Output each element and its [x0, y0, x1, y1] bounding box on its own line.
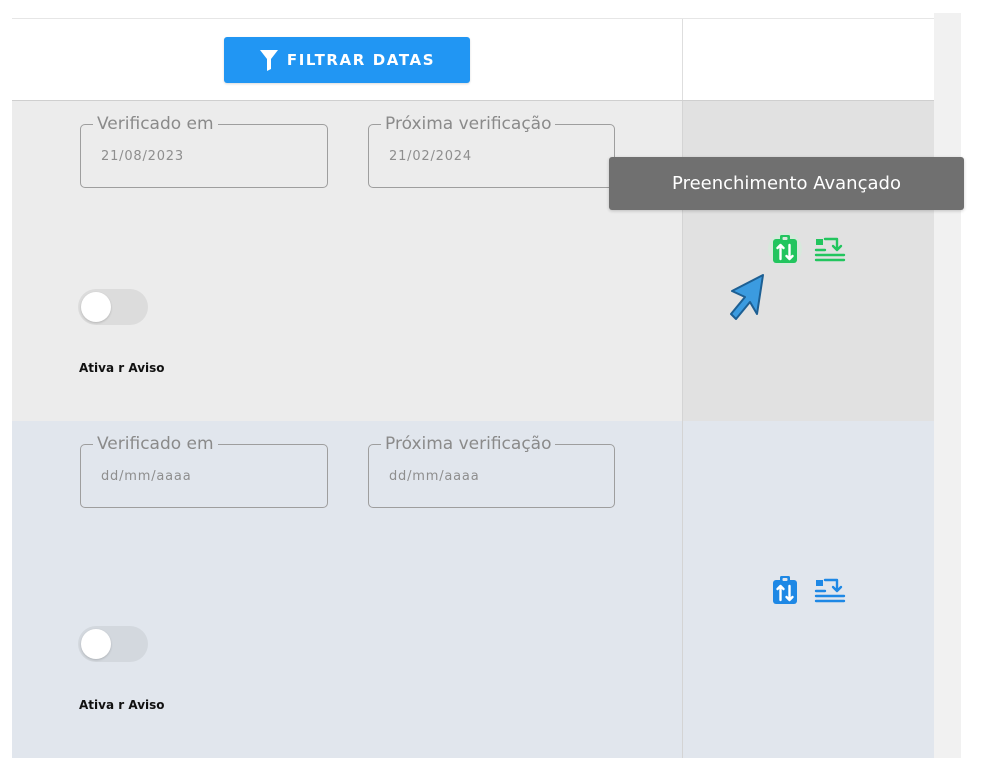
table-header: FILTRAR DATAS: [12, 19, 934, 101]
verified-date-input[interactable]: [101, 469, 301, 484]
alert-toggle-label: Ativa r Aviso: [79, 361, 165, 375]
filter-icon: [259, 50, 278, 71]
batch-fill-button[interactable]: [813, 573, 847, 607]
verified-date-field[interactable]: Verificado em: [80, 114, 328, 188]
verified-date-input[interactable]: [101, 149, 301, 164]
verified-date-field[interactable]: Verificado em: [80, 434, 328, 508]
actions-cell: [682, 101, 934, 421]
verified-date-label: Verificado em: [93, 114, 218, 134]
tooltip-text: Preenchimento Avançado: [672, 173, 901, 194]
filter-dates-button-label: FILTRAR DATAS: [286, 51, 436, 69]
alert-toggle-label: Ativa r Aviso: [79, 698, 165, 712]
alert-toggle[interactable]: [78, 289, 148, 325]
table-row: Verificado em Próxima verificação Ativa …: [12, 421, 934, 758]
batch-fill-icon: [814, 578, 846, 603]
alert-toggle-knob: [81, 292, 111, 322]
table-row: Verificado em Próxima verificação Ativa …: [12, 101, 934, 421]
verified-date-label: Verificado em: [93, 434, 218, 454]
alert-toggle[interactable]: [78, 626, 148, 662]
next-verification-field[interactable]: Próxima verificação: [368, 114, 615, 188]
advanced-fill-button[interactable]: [768, 232, 802, 266]
header-column-divider: [682, 19, 683, 100]
next-verification-input[interactable]: [389, 149, 589, 164]
advanced-fill-button[interactable]: [768, 573, 802, 607]
batch-fill-icon: [814, 237, 846, 262]
mouse-cursor-icon: [730, 274, 764, 320]
batch-fill-button[interactable]: [813, 232, 847, 266]
vertical-scrollbar[interactable]: [934, 13, 961, 758]
actions-cell: [682, 421, 934, 758]
verification-table: FILTRAR DATAS Verificado em Próxima veri…: [12, 18, 934, 758]
advanced-fill-icon: [773, 235, 797, 263]
next-verification-field[interactable]: Próxima verificação: [368, 434, 615, 508]
advanced-fill-icon: [773, 576, 797, 604]
next-verification-label: Próxima verificação: [381, 114, 556, 134]
next-verification-input[interactable]: [389, 469, 589, 484]
alert-toggle-knob: [81, 629, 111, 659]
filter-dates-button[interactable]: FILTRAR DATAS: [224, 37, 470, 83]
next-verification-label: Próxima verificação: [381, 434, 556, 454]
advanced-fill-tooltip: Preenchimento Avançado: [609, 157, 964, 210]
